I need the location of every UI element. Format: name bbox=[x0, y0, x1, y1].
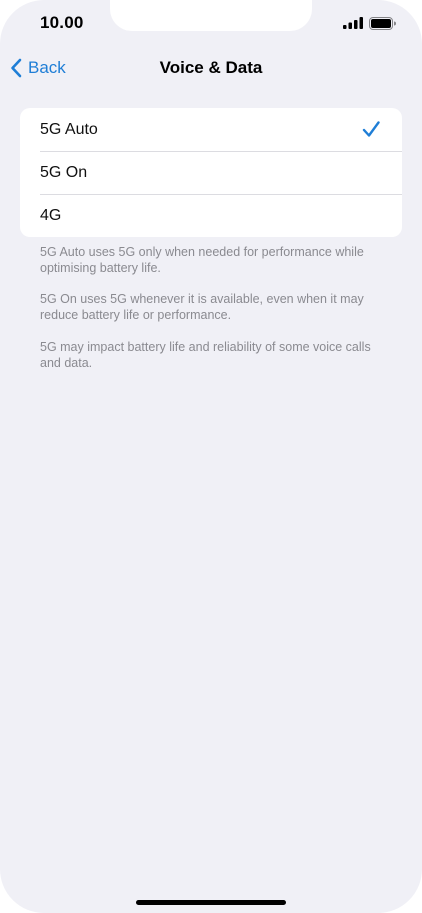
status-time: 10.00 bbox=[40, 13, 84, 32]
network-mode-options: 5G Auto 5G On 4G bbox=[20, 108, 402, 237]
battery-icon bbox=[369, 16, 396, 30]
status-icons bbox=[343, 15, 396, 31]
note-5g-impact: 5G may impact battery life and reliabili… bbox=[40, 340, 371, 370]
option-label: 5G On bbox=[40, 163, 88, 181]
cellular-signal-icon bbox=[343, 17, 363, 29]
note-5g-on: 5G On uses 5G whenever it is available, … bbox=[40, 292, 364, 322]
home-indicator[interactable] bbox=[136, 900, 286, 905]
option-label: 5G Auto bbox=[40, 120, 98, 138]
note-5g-auto: 5G Auto uses 5G only when needed for per… bbox=[40, 245, 364, 275]
checkmark-icon bbox=[362, 121, 380, 137]
page-title: Voice & Data bbox=[159, 58, 263, 77]
phone-screen: 10.00 Back Voice & Data 5G Auto 5G On 4G… bbox=[0, 0, 422, 913]
option-5g-on[interactable]: 5G On bbox=[20, 151, 402, 194]
status-bar: 10.00 bbox=[0, 0, 422, 46]
option-label: 4G bbox=[40, 206, 62, 224]
navigation-bar: Back Voice & Data bbox=[0, 46, 422, 90]
option-4g[interactable]: 4G bbox=[20, 194, 402, 237]
option-5g-auto[interactable]: 5G Auto bbox=[20, 108, 402, 151]
